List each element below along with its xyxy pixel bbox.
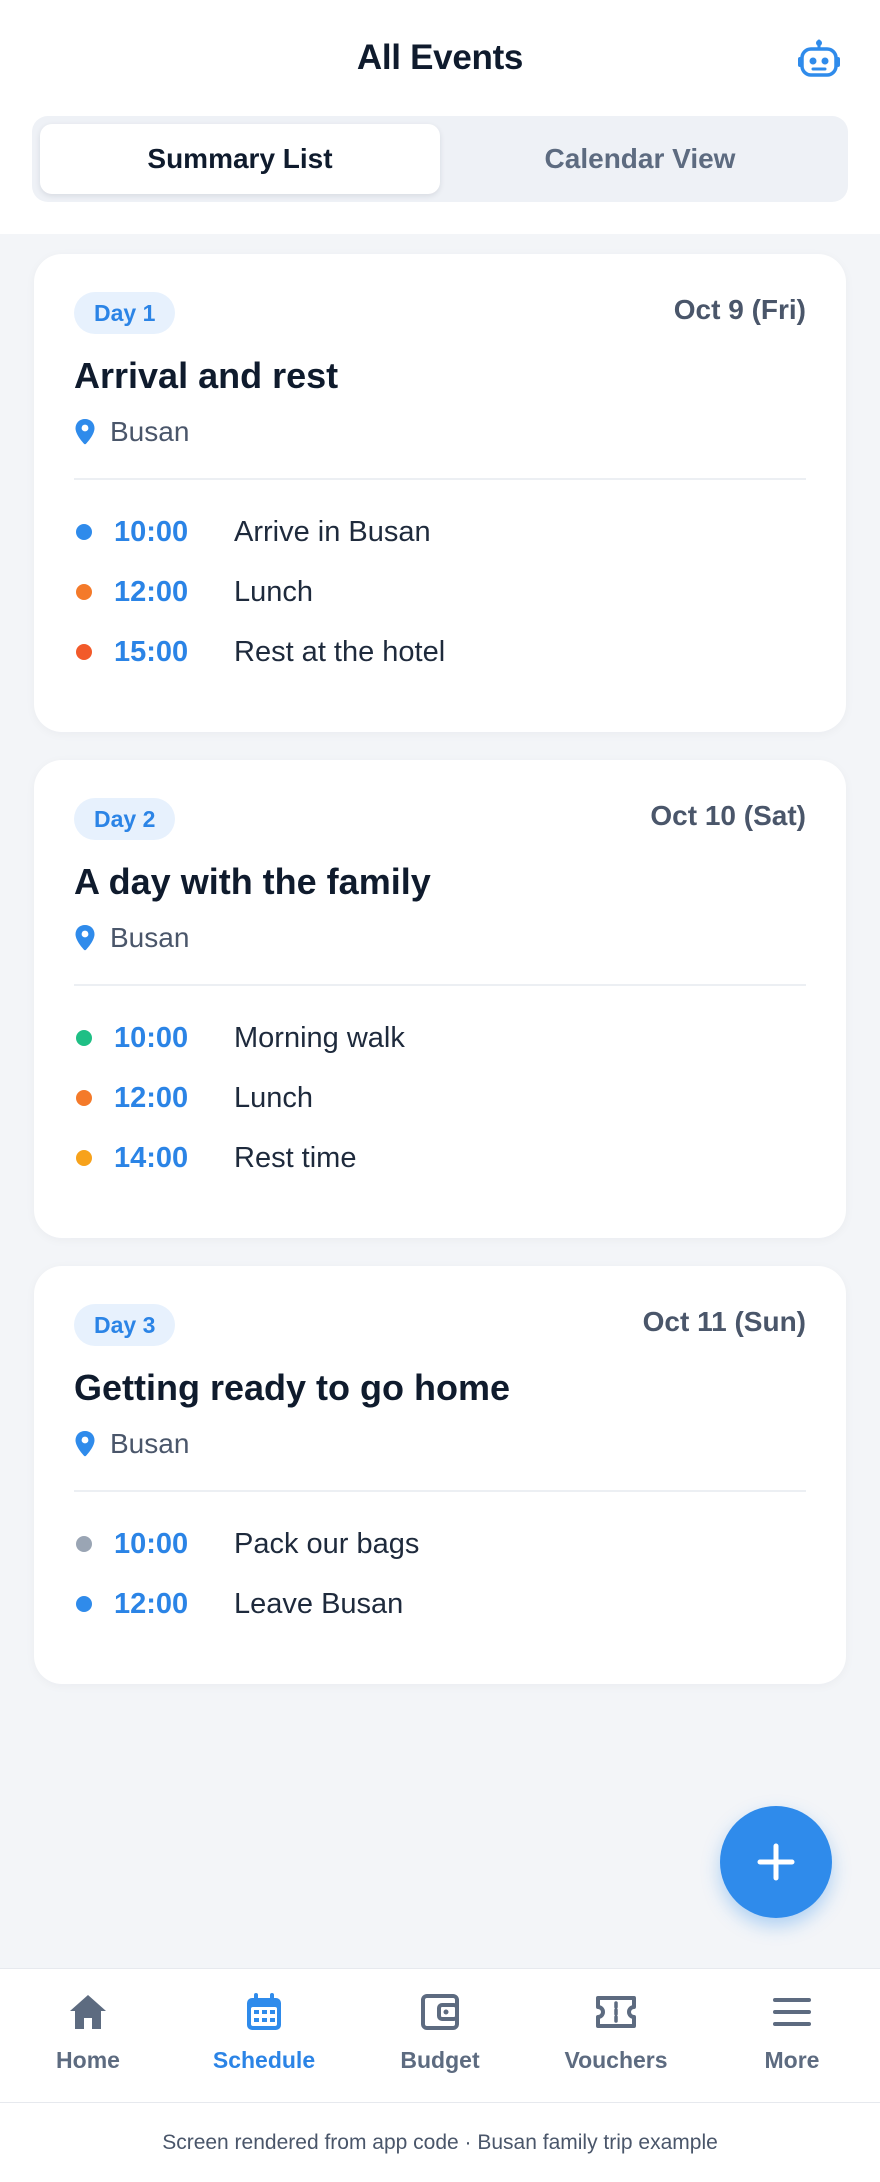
day-card[interactable]: Day 3 Oct 11 (Sun) Getting ready to go h… <box>34 1266 846 1684</box>
tab-home[interactable]: Home <box>0 1969 176 2102</box>
event-color-dot <box>76 524 92 540</box>
event-time: 12:00 <box>114 575 189 608</box>
page-title: All Events <box>356 38 524 77</box>
event-name: Morning walk <box>234 1021 405 1054</box>
event-time: 10:00 <box>114 515 189 548</box>
day-card[interactable]: Day 1 Oct 9 (Fri) Arrival and rest Busan… <box>34 254 846 732</box>
event-color-dot <box>76 644 92 660</box>
event-item[interactable]: 12:00 Lunch <box>74 1068 806 1128</box>
event-item[interactable]: 12:00 Lunch <box>74 562 806 622</box>
location-pin-icon <box>74 418 96 446</box>
day-badge: Day 3 <box>74 1304 176 1346</box>
day-badge: Day 2 <box>74 798 176 840</box>
tab-vouchers[interactable]: Vouchers <box>528 1969 704 2102</box>
day-title: Arrival and rest <box>74 355 339 396</box>
calendar-view-tab[interactable]: Calendar View <box>440 124 840 194</box>
summary-list-tab[interactable]: Summary List <box>40 124 440 194</box>
event-item[interactable]: 10:00 Morning walk <box>74 1008 806 1068</box>
tab-schedule[interactable]: Schedule <box>176 1969 352 2102</box>
event-item[interactable]: 12:00 Leave Busan <box>74 1574 806 1634</box>
event-color-dot <box>76 1090 92 1106</box>
tab-budget[interactable]: Budget <box>352 1969 528 2102</box>
event-time: 10:00 <box>114 1021 189 1054</box>
robot-icon <box>798 39 840 77</box>
event-name: Rest time <box>234 1141 357 1174</box>
event-item[interactable]: 14:00 Rest time <box>74 1128 806 1188</box>
add-event-button[interactable] <box>720 1806 832 1918</box>
day-location: Busan <box>74 412 806 452</box>
event-name: Leave Busan <box>234 1587 404 1620</box>
event-name: Lunch <box>234 1081 314 1114</box>
event-name: Lunch <box>234 575 314 608</box>
tab-label: Vouchers <box>564 2047 668 2073</box>
event-list: 10:00 Arrive in Busan 12:00 Lunch 15:00 … <box>34 480 846 724</box>
day-location: Busan <box>74 918 806 958</box>
day-card[interactable]: Day 2 Oct 10 (Sat) A day with the family… <box>34 760 846 1238</box>
event-item[interactable]: 10:00 Arrive in Busan <box>74 502 806 562</box>
tab-more[interactable]: More <box>704 1969 880 2102</box>
event-time: 14:00 <box>114 1141 189 1174</box>
event-color-dot <box>76 1596 92 1612</box>
view-toggle: Summary List Calendar View <box>32 116 848 202</box>
event-item[interactable]: 10:00 Pack our bags <box>74 1514 806 1574</box>
app-header: All Events Summary List Calendar View <box>0 0 880 234</box>
assistant-button[interactable] <box>796 36 842 82</box>
event-time: 10:00 <box>114 1527 189 1560</box>
footer-caption: Screen rendered from app code · Busan fa… <box>0 2102 880 2182</box>
day-title: Getting ready to go home <box>74 1367 511 1408</box>
location-label: Busan <box>110 1428 190 1459</box>
event-color-dot <box>76 584 92 600</box>
location-label: Busan <box>110 922 190 953</box>
event-time: 15:00 <box>114 635 189 668</box>
location-pin-icon <box>74 1430 96 1458</box>
event-color-dot <box>76 1150 92 1166</box>
tab-label: More <box>764 2047 820 2073</box>
bottom-tab-bar: Home Schedule Budget Vouchers More <box>0 1968 880 2102</box>
day-badge: Day 1 <box>74 292 176 334</box>
tab-label: Home <box>56 2047 120 2073</box>
tab-label: Budget <box>400 2047 480 2073</box>
event-color-dot <box>76 1030 92 1046</box>
location-pin-icon <box>74 924 96 952</box>
event-time: 12:00 <box>114 1081 189 1114</box>
tab-label: Schedule <box>212 2047 316 2073</box>
event-name: Arrive in Busan <box>234 515 431 548</box>
day-title: A day with the family <box>74 861 431 902</box>
event-item[interactable]: 15:00 Rest at the hotel <box>74 622 806 682</box>
event-name: Pack our bags <box>234 1527 420 1560</box>
menu-icon <box>769 1989 815 2035</box>
event-name: Rest at the hotel <box>234 635 446 668</box>
day-date: Oct 10 (Sat) <box>650 800 806 831</box>
day-date: Oct 11 (Sun) <box>642 1306 806 1337</box>
plus-icon <box>757 1843 795 1881</box>
calendar-icon <box>241 1989 287 2035</box>
wallet-icon <box>417 1989 463 2035</box>
day-location: Busan <box>74 1424 806 1464</box>
location-label: Busan <box>110 416 190 447</box>
ticket-icon <box>593 1989 639 2035</box>
event-color-dot <box>76 1536 92 1552</box>
event-list: 10:00 Pack our bags 12:00 Leave Busan <box>34 1492 846 1676</box>
day-date: Oct 9 (Fri) <box>673 294 806 325</box>
home-icon <box>65 1989 111 2035</box>
event-list: 10:00 Morning walk 12:00 Lunch 14:00 Res… <box>34 986 846 1230</box>
event-time: 12:00 <box>114 1587 189 1620</box>
